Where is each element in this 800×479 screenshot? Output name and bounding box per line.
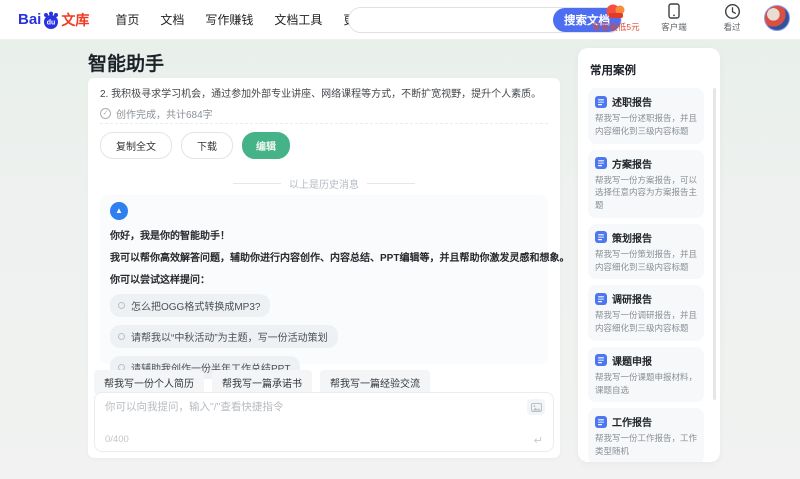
baidu-wenku-logo[interactable]: Bai du 文库 bbox=[18, 10, 89, 30]
cases-panel-title: 常用案例 bbox=[590, 65, 636, 77]
viewed-link[interactable]: 看过 bbox=[706, 3, 758, 33]
nav-earn[interactable]: 写作赚钱 bbox=[205, 11, 253, 28]
message-input[interactable] bbox=[105, 399, 519, 427]
user-avatar[interactable] bbox=[764, 5, 790, 31]
svg-text:du: du bbox=[47, 19, 56, 26]
viewed-label: 看过 bbox=[723, 22, 741, 32]
document-icon bbox=[595, 415, 607, 428]
case-desc: 帮我写一份课题申报材料，课题自选 bbox=[595, 371, 698, 395]
generation-status: 创作完成，共计684字 bbox=[116, 110, 213, 121]
char-counter: 0/400 bbox=[105, 434, 129, 445]
search-bar: 搜索文档 bbox=[348, 7, 622, 33]
document-icon bbox=[595, 354, 607, 367]
case-item-debrief-report[interactable]: 述职报告 帮我写一份述职报告，并且内容细化到三级内容标题 bbox=[588, 88, 704, 144]
assistant-avatar-icon: ▲ bbox=[110, 202, 128, 220]
history-action-row: 复制全文 下载 编辑 bbox=[100, 123, 548, 159]
case-item-proposal-report[interactable]: 方案报告 帮我写一份方案报告，可以选择任意内容为方案报告主题 bbox=[588, 149, 704, 218]
document-icon bbox=[595, 95, 607, 108]
sidebar-scrollbar[interactable] bbox=[713, 88, 716, 400]
search-input[interactable] bbox=[349, 8, 553, 32]
page-title: 智能助手 bbox=[88, 54, 165, 75]
download-button[interactable]: 下载 bbox=[181, 132, 233, 159]
case-title: 方案报告 bbox=[612, 159, 652, 171]
logo-bai-text: Bai bbox=[18, 11, 42, 28]
promo-label: 新客最低5元 bbox=[592, 22, 640, 32]
suggestion-mid-autumn-plan[interactable]: 请帮我以“中秋活动”为主题，写一份活动策划 bbox=[110, 325, 338, 348]
top-navbar: Bai du 文库 首页 文档 写作赚钱 文档工具 更多 搜索文档 bbox=[0, 0, 800, 40]
case-item-planning-report[interactable]: 策划报告 帮我写一份策划报告，并且内容细化到三级内容标题 bbox=[588, 223, 704, 280]
common-cases-panel: 常用案例 述职报告 帮我写一份述职报告，并且内容细化到三级内容标题 方案报告 帮… bbox=[578, 48, 720, 462]
case-item-research-report[interactable]: 调研报告 帮我写一份调研报告，并且内容细化到三级内容标题 bbox=[588, 285, 704, 341]
baidu-paw-icon: du bbox=[42, 11, 60, 29]
greeting-title: 你好，我是你的智能助手！ bbox=[110, 231, 230, 242]
document-icon bbox=[595, 231, 607, 244]
history-divider-label: 以上是历史消息 bbox=[233, 176, 415, 191]
phone-icon bbox=[667, 3, 681, 20]
assistant-message: ▲ 你好，我是你的智能助手！ 我可以帮你高效解答问题，辅助你进行内容创作、内容总… bbox=[100, 195, 570, 379]
case-title: 调研报告 bbox=[612, 295, 652, 307]
case-title: 课题申报 bbox=[612, 356, 652, 368]
nav-home[interactable]: 首页 bbox=[115, 11, 139, 28]
header-right-group: 新客最低5元 客户端 看过 bbox=[590, 3, 790, 33]
history-message-text: 2. 我积极寻求学习机会，通过参加外部专业讲座、网络课程等方式，不断扩宽视野，提… bbox=[100, 89, 542, 100]
case-title: 策划报告 bbox=[612, 233, 652, 245]
suggestion-ogg-to-mp3[interactable]: 怎么把OGG格式转换成MP3? bbox=[110, 294, 271, 317]
chat-panel: 2. 我积极寻求学习机会，通过参加外部专业讲座、网络课程等方式，不断扩宽视野，提… bbox=[88, 78, 570, 458]
case-item-project-application[interactable]: 课题申报 帮我写一份课题申报材料，课题自选 bbox=[588, 346, 704, 403]
clock-icon bbox=[724, 3, 741, 20]
message-input-box: 0/400 ↵ bbox=[94, 392, 554, 452]
generation-status-row: ✓ 创作完成，共计684字 bbox=[100, 106, 213, 121]
case-desc: 帮我写一份策划报告，并且内容细化到三级内容标题 bbox=[595, 248, 698, 272]
document-icon bbox=[595, 292, 607, 305]
case-title: 工作报告 bbox=[612, 418, 652, 430]
promo-link[interactable]: 新客最低5元 bbox=[590, 3, 642, 33]
nav-doc-tools[interactable]: 文档工具 bbox=[274, 11, 322, 28]
client-label: 客户端 bbox=[661, 22, 687, 32]
copy-all-button[interactable]: 复制全文 bbox=[100, 132, 172, 159]
greeting-body: 我可以帮你高效解答问题，辅助你进行内容创作、内容总结、PPT编辑等，并且帮助你激… bbox=[110, 253, 570, 264]
main-nav: 首页 文档 写作赚钱 文档工具 更多 bbox=[115, 11, 367, 28]
case-item-work-report[interactable]: 工作报告 帮我写一份工作报告，工作类型随机 bbox=[588, 408, 704, 462]
client-app-link[interactable]: 客户端 bbox=[648, 3, 700, 33]
history-divider: 以上是历史消息 bbox=[88, 176, 560, 191]
promo-icon bbox=[605, 3, 627, 20]
case-title: 述职报告 bbox=[612, 98, 652, 109]
image-icon[interactable] bbox=[527, 399, 545, 415]
check-circle-icon: ✓ bbox=[100, 108, 111, 119]
case-desc: 帮我写一份方案报告，可以选择任意内容为方案报告主题 bbox=[595, 174, 698, 211]
case-desc: 帮我写一份调研报告，并且内容细化到三级内容标题 bbox=[595, 310, 698, 333]
greeting-prompt: 你可以尝试这样提问： bbox=[110, 275, 210, 286]
enter-icon: ↵ bbox=[533, 435, 543, 447]
edit-button[interactable]: 编辑 bbox=[242, 132, 290, 159]
case-desc: 帮我写一份工作报告，工作类型随机 bbox=[595, 433, 698, 456]
nav-docs[interactable]: 文档 bbox=[160, 11, 184, 28]
case-desc: 帮我写一份述职报告，并且内容细化到三级内容标题 bbox=[595, 113, 698, 136]
document-icon bbox=[595, 157, 607, 169]
logo-wenku-text: 文库 bbox=[61, 11, 90, 28]
